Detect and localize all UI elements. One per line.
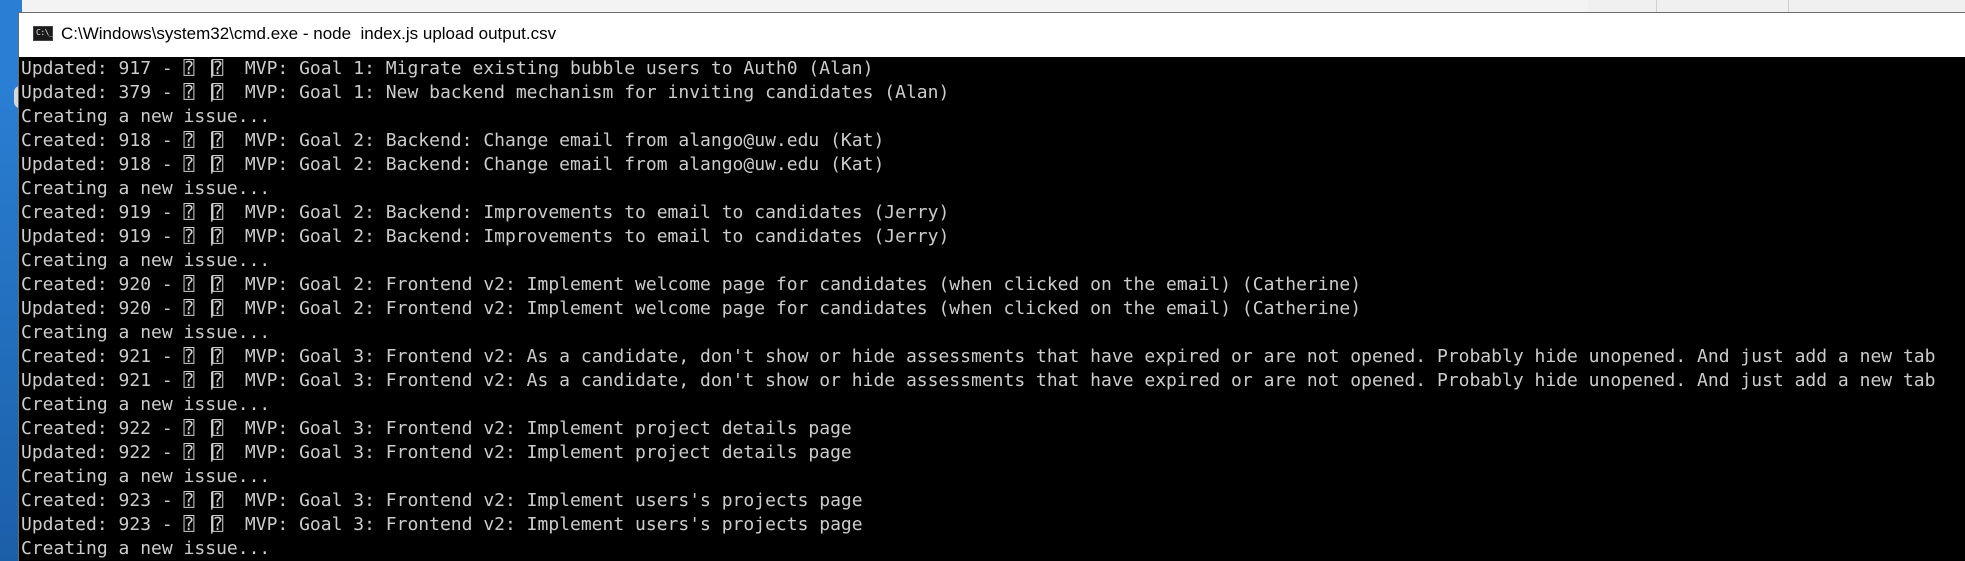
chevron-up-icon: ⌃: [1869, 0, 1880, 8]
console-line: Creating a new issue...: [21, 394, 271, 415]
console-line: Created: 918 - ⍰⎹⍰ MVP: Goal 2: Backend:…: [21, 130, 885, 151]
console-line: Updated: 923 - ⍰⎹⍰ MVP: Goal 3: Frontend…: [21, 514, 863, 535]
console-line: Created: 920 - ⍰⎹⍰ MVP: Goal 2: Frontend…: [21, 274, 1362, 295]
console-line: Updated: 379 - ⍰⎹⍰ MVP: Goal 1: New back…: [21, 82, 950, 103]
console-line: Created: 923 - ⍰⎹⍰ MVP: Goal 3: Frontend…: [21, 490, 863, 511]
console-line: Created: 919 - ⍰⎹⍰ MVP: Goal 2: Backend:…: [21, 202, 950, 223]
console-line: Creating a new issue...: [21, 322, 271, 343]
window-titlebar[interactable]: C:\_ C:\Windows\system32\cmd.exe - node …: [19, 13, 1965, 57]
console-line: Updated: 918 - ⍰⎹⍰ MVP: Goal 2: Backend:…: [21, 154, 885, 175]
console-line: Updated: 921 - ⍰⎹⍰ MVP: Goal 3: Frontend…: [21, 370, 1936, 391]
console-line: Created: 921 - ⍰⎹⍰ MVP: Goal 3: Frontend…: [21, 346, 1936, 367]
background-window-button[interactable]: ⌃: [1788, 0, 1965, 12]
console-line: Creating a new issue...: [21, 106, 271, 127]
console-line: Creating a new issue...: [21, 250, 271, 271]
console-line: Updated: 917 - ⍰⎹⍰ MVP: Goal 1: Migrate …: [21, 58, 874, 79]
console-line: Updated: 922 - ⍰⎹⍰ MVP: Goal 3: Frontend…: [21, 442, 852, 463]
cmd-window[interactable]: C:\_ C:\Windows\system32\cmd.exe - node …: [18, 12, 1965, 561]
background-window-button[interactable]: ⌃: [1656, 0, 1789, 12]
console-line: Created: 922 - ⍰⎹⍰ MVP: Goal 3: Frontend…: [21, 418, 852, 439]
desktop: ⌃ ⌃ C:\_ C:\Windows\system32\cmd.exe - n…: [0, 0, 1965, 561]
console-output[interactable]: Updated: 917 - ⍰⎹⍰ MVP: Goal 1: Migrate …: [19, 57, 1965, 561]
console-line: Creating a new issue...: [21, 466, 271, 487]
console-line: Creating a new issue...: [21, 538, 271, 559]
cmd-icon: C:\_: [33, 26, 54, 41]
cmd-icon-glyph: C:\_: [36, 28, 54, 37]
console-line: Updated: 919 - ⍰⎹⍰ MVP: Goal 2: Backend:…: [21, 226, 950, 247]
console-line: Creating a new issue...: [21, 178, 271, 199]
window-title: C:\Windows\system32\cmd.exe - node index…: [61, 24, 557, 43]
chevron-up-icon: ⌃: [1715, 0, 1726, 8]
console-line: Updated: 920 - ⍰⎹⍰ MVP: Goal 2: Frontend…: [21, 298, 1362, 319]
